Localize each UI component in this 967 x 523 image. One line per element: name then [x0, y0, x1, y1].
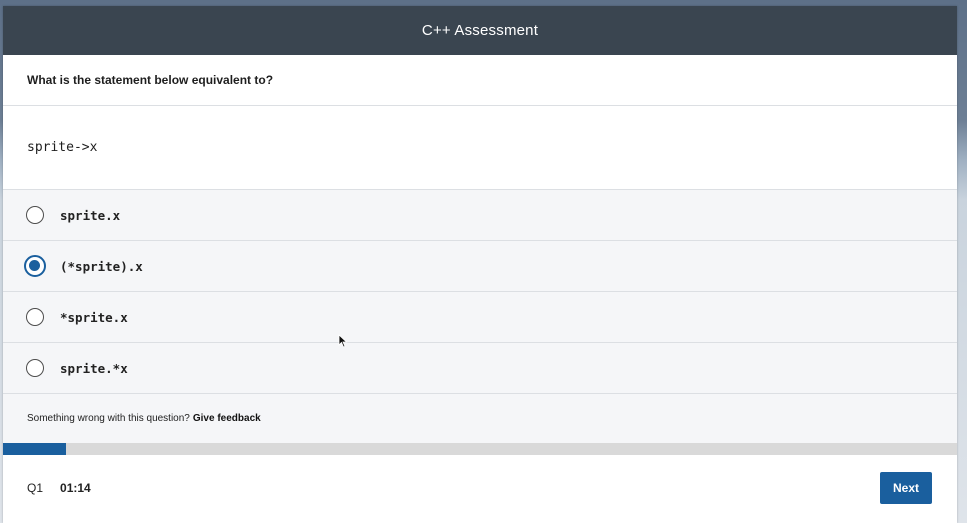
mouse-pointer-icon: [338, 334, 348, 348]
next-button[interactable]: Next: [880, 471, 932, 504]
radio-button-icon[interactable]: [26, 206, 44, 224]
answer-option-2[interactable]: (*sprite).x: [3, 241, 957, 292]
answer-option-3[interactable]: *sprite.x: [3, 292, 957, 343]
assessment-modal: C++ Assessment What is the statement bel…: [3, 6, 957, 523]
question-number: Q1: [27, 480, 44, 495]
radio-button-selected-icon[interactable]: [24, 255, 46, 277]
answer-option-4[interactable]: sprite.*x: [3, 343, 957, 394]
progress-bar-fill: [3, 443, 66, 455]
modal-title: C++ Assessment: [421, 22, 539, 39]
progress-bar: [3, 443, 957, 455]
radio-button-icon[interactable]: [26, 308, 44, 326]
modal-footer: Q1 01:14 Next: [3, 455, 957, 520]
radio-button-icon[interactable]: [26, 359, 44, 377]
answer-option-label: *sprite.x: [60, 309, 128, 325]
question-code-row: sprite->x: [3, 106, 957, 190]
answer-option-1[interactable]: sprite.x: [3, 190, 957, 241]
question-prompt: What is the statement below equivalent t…: [27, 73, 274, 87]
question-code: sprite->x: [27, 140, 98, 155]
give-feedback-link[interactable]: Give feedback: [193, 413, 261, 424]
answer-option-label: sprite.x: [60, 207, 121, 223]
answer-option-label: sprite.*x: [60, 360, 128, 376]
feedback-row: Something wrong with this question? Give…: [3, 394, 957, 443]
feedback-text: Something wrong with this question?: [27, 413, 190, 424]
timer: 01:14: [60, 480, 91, 495]
modal-header: C++ Assessment: [3, 6, 957, 55]
answer-option-label: (*sprite).x: [60, 258, 143, 274]
question-prompt-row: What is the statement below equivalent t…: [3, 55, 957, 106]
